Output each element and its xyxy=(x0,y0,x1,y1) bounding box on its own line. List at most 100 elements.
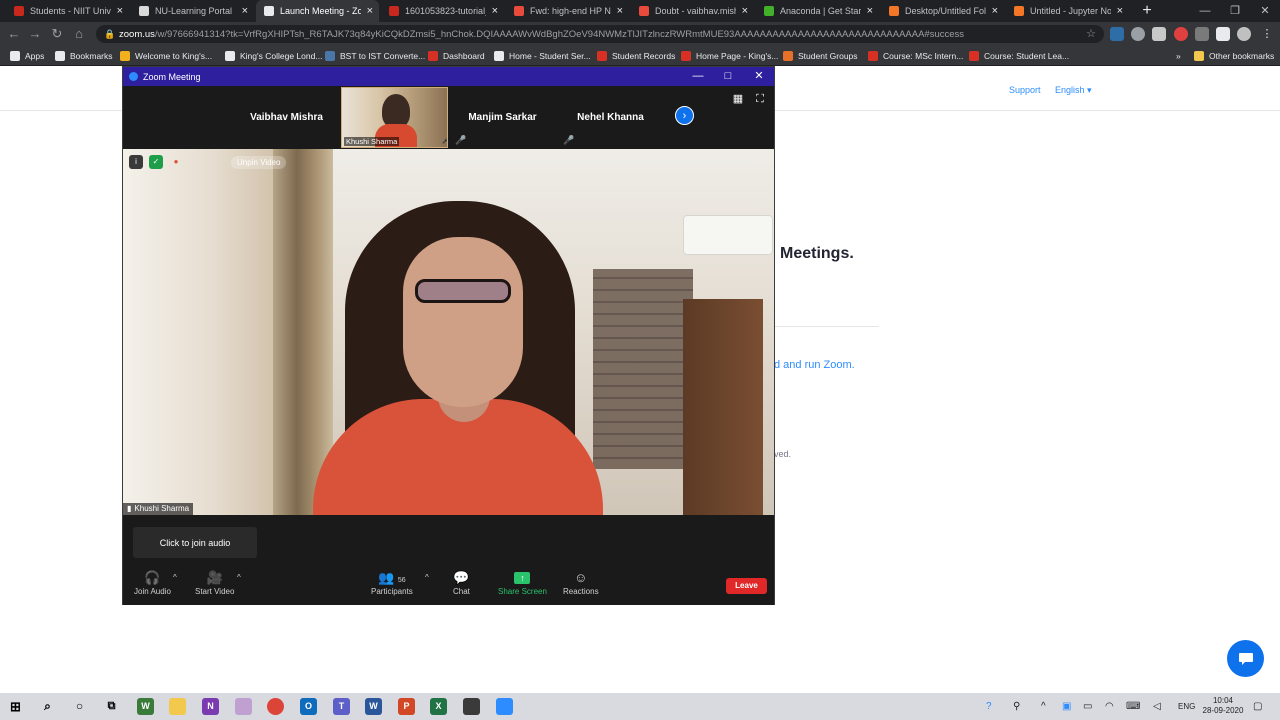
outlook-icon[interactable]: O xyxy=(300,698,317,715)
participant-tile[interactable]: Manjim Sarkar 🎤 xyxy=(449,87,556,148)
wifi-icon[interactable]: ◠ xyxy=(1105,699,1114,714)
participants-button[interactable]: 👥 56 Participants xyxy=(371,569,413,596)
volume-icon[interactable]: ◁ xyxy=(1153,699,1161,714)
bookmark-item[interactable]: BST to IST Converte... xyxy=(325,46,425,66)
participants-options-caret[interactable]: ^ xyxy=(425,573,429,582)
tab-close-icon[interactable]: × xyxy=(867,5,873,17)
chat-button[interactable]: 💬 Chat xyxy=(453,569,470,596)
menu-icon[interactable]: ⋮ xyxy=(1260,27,1274,41)
notifications-icon[interactable]: ▢ xyxy=(1253,699,1262,714)
browser-tab[interactable]: Anaconda | Get Started × xyxy=(756,0,879,22)
cortana-icon[interactable]: ○ xyxy=(71,698,88,715)
search-icon[interactable]: ⌕ xyxy=(39,698,56,715)
task-view-icon[interactable]: ⧉ xyxy=(103,698,120,715)
browser-tab[interactable]: NU-Learning Portal × xyxy=(131,0,254,22)
pinned-video[interactable]: i ✓ ● Unpin Video ▮ Khushi Sharma xyxy=(123,149,774,515)
extension-icon[interactable] xyxy=(1195,27,1209,41)
gallery-view-icon[interactable]: ▦ xyxy=(731,92,745,106)
teams-icon[interactable]: T xyxy=(333,698,350,715)
people-icon[interactable]: ⚲ xyxy=(1013,699,1020,714)
file-explorer-icon[interactable] xyxy=(169,698,186,715)
bookmark-item[interactable]: Bookmarks xyxy=(55,46,113,66)
tab-close-icon[interactable]: × xyxy=(742,5,748,17)
tab-close-icon[interactable]: × xyxy=(617,5,623,17)
participant-tile[interactable]: Nehel Khanna 🎤 xyxy=(557,87,664,148)
bookmark-item[interactable]: Student Records xyxy=(597,46,675,66)
tab-close-icon[interactable]: × xyxy=(367,5,373,17)
clock[interactable]: 10:04 28-09-2020 xyxy=(1198,696,1248,716)
profile-avatar[interactable] xyxy=(1237,27,1251,41)
chrome-icon[interactable] xyxy=(267,698,284,715)
leave-button[interactable]: Leave xyxy=(726,578,767,594)
participant-tile-video[interactable]: Khushi Sharma 🎤 xyxy=(341,87,448,148)
bookmark-item[interactable]: Home - Student Ser... xyxy=(494,46,591,66)
browser-close-button[interactable]: ✕ xyxy=(1250,0,1280,22)
browser-tab[interactable]: Untitled - Jupyter Note × xyxy=(1006,0,1129,22)
word-icon[interactable]: W xyxy=(365,698,382,715)
browser-tab[interactable]: Launch Meeting - Zoom × xyxy=(256,0,379,22)
browser-minimize-button[interactable]: — xyxy=(1190,0,1220,22)
reload-button[interactable]: ↻ xyxy=(48,25,66,43)
zoom-tray-icon[interactable]: ▣ xyxy=(1062,699,1071,714)
language-indicator[interactable]: ENG xyxy=(1178,699,1195,714)
video-options-caret[interactable]: ^ xyxy=(237,573,241,582)
browser-tab[interactable]: Fwd: high-end HP Note × xyxy=(506,0,629,22)
bookmark-item[interactable]: Welcome to King's... xyxy=(120,46,212,66)
onenote-icon[interactable]: N xyxy=(202,698,219,715)
extension-icon[interactable] xyxy=(1174,27,1188,41)
tray-expand-icon[interactable]: ^ xyxy=(1041,699,1046,714)
terminal-icon[interactable] xyxy=(463,698,480,715)
tab-close-icon[interactable]: × xyxy=(117,5,123,17)
bookmark-item[interactable]: Dashboard xyxy=(428,46,485,66)
battery-icon[interactable]: ▭ xyxy=(1083,699,1092,714)
join-audio-button[interactable]: 🎧 Join Audio xyxy=(134,569,171,596)
address-bar[interactable]: 🔒 zoom.us /w/97666941314?tk=VrfRgXHIPTsh… xyxy=(96,25,1104,43)
bookmark-item[interactable]: Course: MSc Intern... xyxy=(868,46,963,66)
bookmark-star-icon[interactable]: ☆ xyxy=(1086,27,1096,40)
tab-close-icon[interactable]: × xyxy=(492,5,498,17)
unpin-video-button[interactable]: Unpin Video xyxy=(231,156,287,169)
bookmark-item[interactable]: Apps xyxy=(10,46,44,66)
whatsapp-icon[interactable]: W xyxy=(137,698,154,715)
tab-close-icon[interactable]: × xyxy=(992,5,998,17)
download-run-link[interactable]: d and run Zoom. xyxy=(774,359,855,371)
language-selector[interactable]: English ▾ xyxy=(1055,85,1092,96)
join-audio-tooltip[interactable]: Click to join audio xyxy=(133,527,257,558)
other-bookmarks[interactable]: Other bookmarks xyxy=(1194,46,1274,66)
tab-close-icon[interactable]: × xyxy=(1117,5,1123,17)
browser-tab[interactable]: Students - NIIT Univers × xyxy=(6,0,129,22)
tab-close-icon[interactable]: × xyxy=(242,5,248,17)
fullscreen-icon[interactable]: ⛶ xyxy=(753,92,767,106)
new-tab-button[interactable]: + xyxy=(1138,2,1156,20)
zoom-minimize-button[interactable]: — xyxy=(683,67,713,86)
extension-icon[interactable] xyxy=(1110,27,1124,41)
support-link[interactable]: Support xyxy=(1009,85,1041,95)
back-button[interactable]: ← xyxy=(5,25,23,43)
zoom-taskbar-icon[interactable] xyxy=(496,698,513,715)
zoom-close-button[interactable]: ✕ xyxy=(744,67,774,86)
bookmark-item[interactable]: Course: Student Lea... xyxy=(969,46,1069,66)
bookmark-item[interactable]: King's College Lond... xyxy=(225,46,322,66)
forward-button[interactable]: → xyxy=(26,25,44,43)
bookmarks-more-button[interactable]: » xyxy=(1176,46,1181,66)
keyboard-icon[interactable]: ⌨ xyxy=(1126,699,1140,714)
browser-maximize-button[interactable]: ❐ xyxy=(1220,0,1250,22)
zoom-maximize-button[interactable]: □ xyxy=(713,67,743,86)
start-video-button[interactable]: 🎥 Start Video xyxy=(195,569,234,596)
excel-icon[interactable]: X xyxy=(430,698,447,715)
extension-icon[interactable] xyxy=(1152,27,1166,41)
security-shield-icon[interactable]: ✓ xyxy=(149,155,163,169)
info-icon[interactable]: i xyxy=(129,155,143,169)
audio-options-caret[interactable]: ^ xyxy=(173,573,177,582)
powerpoint-icon[interactable]: P xyxy=(398,698,415,715)
home-button[interactable]: ⌂ xyxy=(70,25,88,43)
puzzle-icon[interactable] xyxy=(1216,27,1230,41)
browser-tab[interactable]: Desktop/Untitled Folde × xyxy=(881,0,1004,22)
share-screen-button[interactable]: ↑ Share Screen xyxy=(498,569,547,596)
bookmark-item[interactable]: Student Groups xyxy=(783,46,858,66)
browser-tab[interactable]: 1601053823-tutorial_sh × xyxy=(381,0,504,22)
extension-icon[interactable] xyxy=(1131,27,1145,41)
windows-start-icon[interactable]: ⊞ xyxy=(7,698,24,715)
browser-tab[interactable]: Doubt - vaibhav.mishra × xyxy=(631,0,754,22)
bookmark-item[interactable]: Home Page - King's... xyxy=(681,46,778,66)
